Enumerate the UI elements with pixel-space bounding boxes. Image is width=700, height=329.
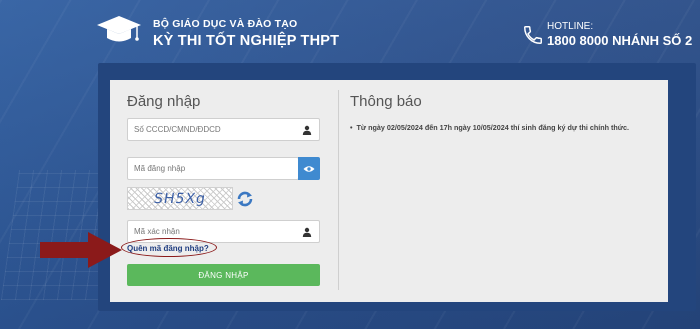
id-number-input[interactable] bbox=[128, 119, 319, 140]
login-code-field[interactable] bbox=[127, 157, 299, 180]
ministry-name: BỘ GIÁO DỤC VÀ ĐÀO TẠO bbox=[153, 18, 298, 30]
arrow-right-icon bbox=[40, 232, 122, 268]
notice-title: Thông báo bbox=[350, 93, 422, 110]
captcha-text: SH5Xg bbox=[152, 190, 208, 207]
refresh-icon[interactable] bbox=[236, 190, 254, 208]
user-icon bbox=[302, 227, 312, 237]
column-divider bbox=[338, 90, 339, 290]
exam-title: KỲ THI TỐT NGHIỆP THPT bbox=[153, 33, 340, 49]
captcha-image: SH5Xg bbox=[127, 187, 233, 210]
id-number-field[interactable] bbox=[127, 118, 320, 141]
hotline-number: 1800 8000 NHÁNH SỐ 2 bbox=[547, 33, 693, 48]
login-title: Đăng nhập bbox=[127, 93, 201, 110]
show-password-button[interactable] bbox=[298, 157, 320, 180]
hotline-label: HOTLINE: bbox=[547, 21, 594, 32]
graduation-cap-icon bbox=[97, 16, 141, 42]
site-header: BỘ GIÁO DỤC VÀ ĐÀO TẠO KỲ THI TỐT NGHIỆP… bbox=[0, 0, 700, 62]
notice-item-text: Từ ngày 02/05/2024 đến 17h ngày 10/05/20… bbox=[356, 123, 629, 132]
bullet-icon: • bbox=[350, 123, 353, 132]
login-button[interactable]: ĐĂNG NHẬP bbox=[127, 264, 320, 286]
login-code-input[interactable] bbox=[128, 158, 298, 179]
eye-icon bbox=[303, 165, 315, 172]
user-icon bbox=[302, 125, 312, 135]
notice-item: • Từ ngày 02/05/2024 đến 17h ngày 10/05/2… bbox=[350, 123, 629, 132]
forgot-login-code-link[interactable]: Quên mã đăng nhập? bbox=[127, 244, 209, 253]
phone-icon bbox=[524, 26, 542, 44]
